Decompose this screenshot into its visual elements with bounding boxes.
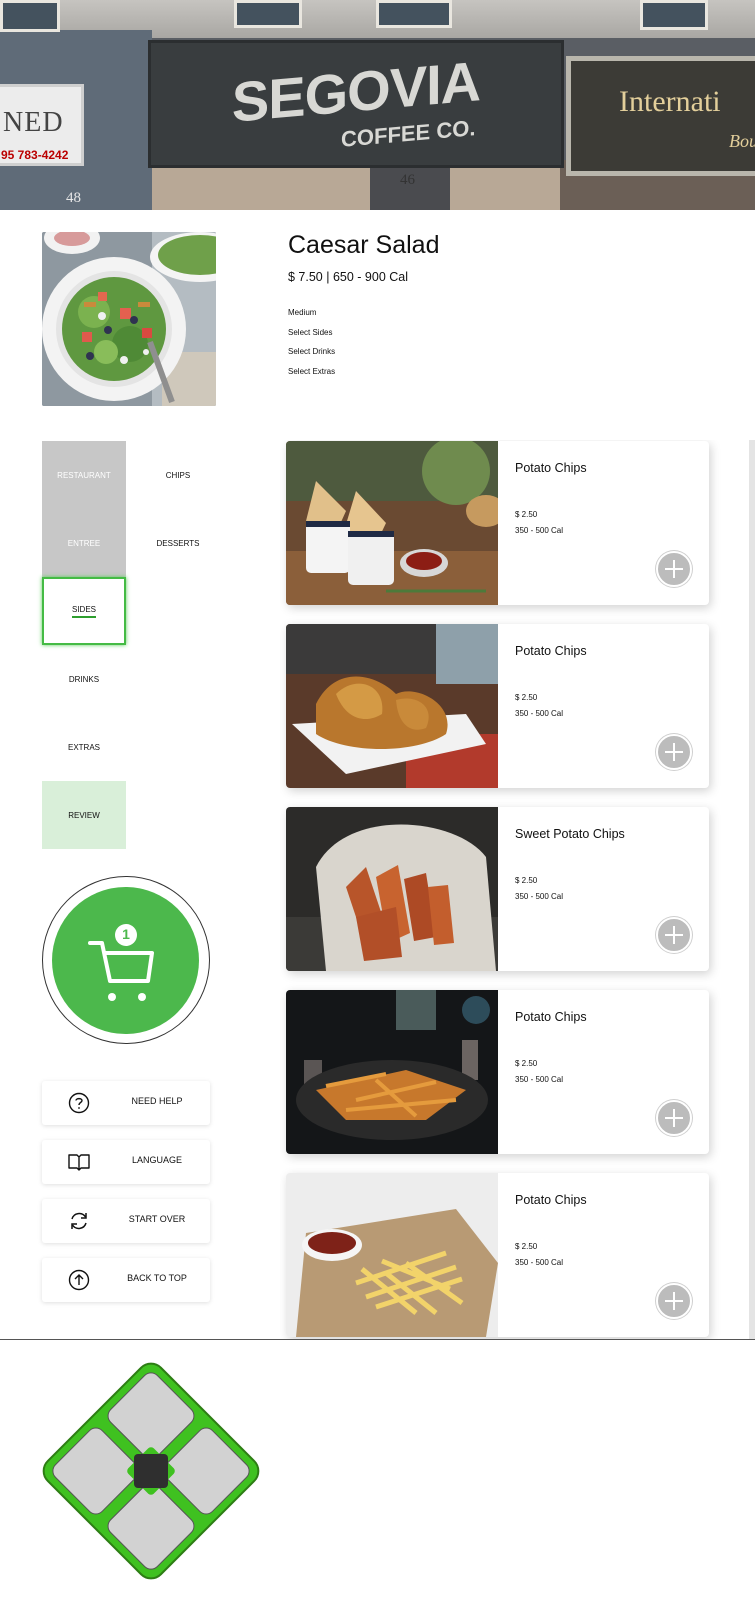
arrow-up-icon <box>68 1269 90 1291</box>
product-name: Sweet Potato Chips <box>515 827 625 841</box>
cart-icon <box>88 924 154 1001</box>
street-number-center: 46 <box>400 172 415 188</box>
back-to-top-button[interactable]: BACK TO TOP <box>42 1258 210 1302</box>
product-photo <box>286 990 498 1154</box>
product-calories: 350 - 500 Cal <box>515 526 564 535</box>
nav-sides[interactable]: SIDES <box>42 577 126 645</box>
nav-restaurant[interactable]: RESTAURANT <box>42 441 126 509</box>
item-title: Caesar Salad <box>288 231 440 259</box>
product-price: $ 2.50 <box>515 1242 538 1251</box>
cart-count-badge: 1 <box>122 926 130 942</box>
product-calories: 350 - 500 Cal <box>515 1258 564 1267</box>
sign-left-phone: 95 783-4242 <box>1 148 69 162</box>
sign-right-line2: Bou <box>729 131 755 151</box>
product-card[interactable]: Potato Chips $ 2.50 350 - 500 Cal <box>286 441 709 605</box>
add-to-cart-button[interactable] <box>656 734 692 770</box>
option-drinks[interactable]: Select Drinks <box>288 347 335 356</box>
add-to-cart-button[interactable] <box>656 1283 692 1319</box>
product-price: $ 2.50 <box>515 510 538 519</box>
product-card[interactable]: Potato Chips $ 2.50 350 - 500 Cal <box>286 624 709 788</box>
product-calories: 350 - 500 Cal <box>515 1075 564 1084</box>
plus-icon <box>665 926 683 944</box>
product-name: Potato Chips <box>515 1010 587 1024</box>
left-shop-sign: NED 95 783-4242 <box>0 84 84 166</box>
nav-sides-label: SIDES <box>71 605 96 618</box>
street-number-left: 48 <box>66 190 81 206</box>
nav-entree[interactable]: ENTREE <box>42 509 126 577</box>
start-over-label: START OVER <box>128 1214 186 1224</box>
nav-chips[interactable]: CHIPS <box>136 441 220 509</box>
product-price: $ 2.50 <box>515 1059 538 1068</box>
segovia-sign: SEGOVIA COFFEE CO. <box>148 40 564 168</box>
need-help-label: NEED HELP <box>131 1096 183 1106</box>
product-card[interactable]: Sweet Potato Chips $ 2.50 350 - 500 Cal <box>286 807 709 971</box>
product-list: Potato Chips $ 2.50 350 - 500 Cal Potato… <box>280 440 755 1340</box>
book-icon <box>68 1154 90 1171</box>
storefront <box>152 162 560 210</box>
need-help-button[interactable]: NEED HELP <box>42 1081 210 1125</box>
language-label: LANGUAGE <box>131 1155 182 1165</box>
caesar-salad-photo <box>42 232 216 406</box>
product-price: $ 2.50 <box>515 693 538 702</box>
question-icon <box>68 1092 90 1114</box>
item-price-cal: $ 7.50 | 650 - 900 Cal <box>288 270 408 284</box>
plus-icon <box>665 1292 683 1310</box>
plus-icon <box>665 743 683 761</box>
product-name: Potato Chips <box>515 461 587 475</box>
add-to-cart-button[interactable] <box>656 1100 692 1136</box>
product-photo <box>286 441 498 605</box>
add-to-cart-button[interactable] <box>656 551 692 587</box>
nav-extras[interactable]: EXTRAS <box>42 713 126 781</box>
product-photo <box>286 624 498 788</box>
plus-icon <box>665 1109 683 1127</box>
product-price: $ 2.50 <box>515 876 538 885</box>
product-name: Potato Chips <box>515 1193 587 1207</box>
add-to-cart-button[interactable] <box>656 917 692 953</box>
plus-icon <box>665 560 683 578</box>
refresh-icon <box>71 1212 87 1230</box>
product-name: Potato Chips <box>515 644 587 658</box>
back-to-top-label: BACK TO TOP <box>127 1273 187 1283</box>
brand-logo <box>34 1354 268 1588</box>
window <box>0 0 60 32</box>
product-calories: 350 - 500 Cal <box>515 892 564 901</box>
product-photo <box>286 1173 498 1337</box>
start-over-button[interactable]: START OVER <box>42 1199 210 1243</box>
right-shop-sign: Internati Bou <box>566 56 755 176</box>
nav-drinks[interactable]: DRINKS <box>42 645 126 713</box>
option-size[interactable]: Medium <box>288 308 316 317</box>
product-calories: 350 - 500 Cal <box>515 709 564 718</box>
language-button[interactable]: LANGUAGE <box>42 1140 210 1184</box>
nav-desserts[interactable]: DESSERTS <box>136 509 220 577</box>
window <box>234 0 302 28</box>
nav-review[interactable]: REVIEW <box>42 781 126 849</box>
window <box>376 0 452 28</box>
sign-left-text: NED <box>3 107 64 138</box>
product-photo <box>286 807 498 971</box>
option-extras[interactable]: Select Extras <box>288 367 335 376</box>
cart-button[interactable]: 1 <box>52 887 199 1034</box>
product-card[interactable]: Potato Chips $ 2.50 350 - 500 Cal <box>286 1173 709 1337</box>
product-card[interactable]: Potato Chips $ 2.50 350 - 500 Cal <box>286 990 709 1154</box>
sign-right-line1: Internati <box>619 85 721 118</box>
option-sides[interactable]: Select Sides <box>288 328 332 337</box>
frame-divider <box>0 1339 755 1340</box>
window <box>640 0 708 30</box>
hero-banner: SEGOVIA COFFEE CO. NED 95 783-4242 Inter… <box>0 0 755 210</box>
